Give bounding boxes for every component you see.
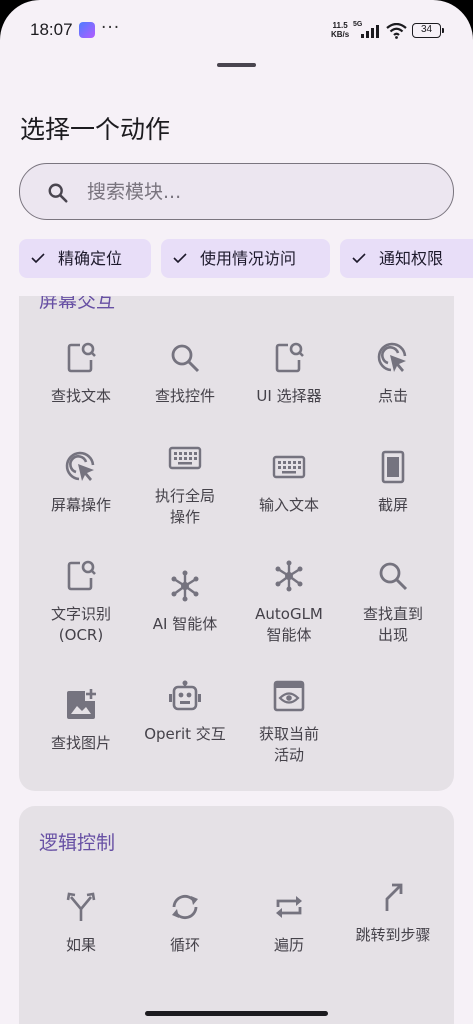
network-speed-value: 11.5 xyxy=(332,21,348,30)
hub-icon xyxy=(275,560,303,592)
chip-label: 使用情况访问 xyxy=(200,249,297,268)
search-text-icon xyxy=(67,342,96,373)
image-plus-icon xyxy=(67,689,96,719)
check-icon xyxy=(173,253,187,264)
module-label: 执行全局操作 xyxy=(154,487,215,526)
status-bar: 18:07 ··· 11.5 KB/s 5G 34 xyxy=(0,0,473,60)
search-text-icon xyxy=(275,342,304,373)
module-find-image[interactable]: 查找图片 xyxy=(29,687,133,754)
module-autoglm-agent[interactable]: AutoGLM 智能体 xyxy=(237,558,341,646)
module-label: UI 选择器 xyxy=(256,387,322,405)
module-label: 点击 xyxy=(377,387,408,405)
module-label: 遍历 xyxy=(273,936,304,954)
module-operit-interaction[interactable]: Operit 交互 xyxy=(133,678,237,745)
module-label: 输入文本 xyxy=(258,496,319,514)
tap-icon xyxy=(377,342,407,372)
status-time: 18:07 xyxy=(30,20,73,39)
search-input[interactable]: 搜索模块... xyxy=(19,163,454,220)
module-label: Operit 交互 xyxy=(144,725,226,743)
section-title: 逻辑控制 xyxy=(39,832,116,854)
section-screen-interaction: 屏幕交互 查找文本 查找控件 UI 选择器 点击 屏幕操作 执行全局操作 输入文… xyxy=(19,296,454,791)
module-label: AutoGLM 智能体 xyxy=(255,605,323,644)
hub-icon xyxy=(171,570,199,602)
module-find-text[interactable]: 查找文本 xyxy=(29,340,133,407)
module-ocr[interactable]: 文字识别 (OCR) xyxy=(29,558,133,646)
chip-notification-permission[interactable]: 通知权限 xyxy=(340,239,473,278)
module-label: 查找控件 xyxy=(154,387,215,405)
check-icon xyxy=(352,253,366,264)
module-tap[interactable]: 点击 xyxy=(341,340,445,407)
jump-arrow-icon xyxy=(385,883,403,911)
module-global-action[interactable]: 执行全局操作 xyxy=(133,440,237,528)
module-if[interactable]: 如果 xyxy=(29,889,133,956)
bottom-sheet: 18:07 ··· 11.5 KB/s 5G 34 选择一个动作 搜索模块... xyxy=(0,0,473,1024)
module-find-widget[interactable]: 查找控件 xyxy=(133,340,237,407)
app-notification-icon xyxy=(79,22,95,38)
search-icon xyxy=(48,183,68,203)
robot-icon xyxy=(169,680,201,711)
search-text-icon xyxy=(67,560,96,591)
module-label: 文字识别 (OCR) xyxy=(50,605,111,644)
tap-icon xyxy=(65,451,95,481)
wifi-icon xyxy=(386,23,407,39)
module-label: 截屏 xyxy=(377,496,408,514)
section-logic-control: 逻辑控制 如果 循环 遍历 跳转到步骤 xyxy=(19,806,454,1024)
check-icon xyxy=(31,253,45,264)
search-placeholder: 搜索模块... xyxy=(87,181,182,203)
module-ai-agent[interactable]: AI 智能体 xyxy=(133,568,237,635)
module-ui-selector[interactable]: UI 选择器 xyxy=(237,340,341,407)
repeat-icon xyxy=(276,896,302,918)
gesture-nav-bar[interactable] xyxy=(145,1011,328,1016)
module-label: 查找文本 xyxy=(50,387,111,405)
signal-icon xyxy=(361,25,379,38)
module-label: 查找直到出现 xyxy=(362,605,423,644)
module-loop[interactable]: 循环 xyxy=(133,889,237,956)
phone-screen-icon xyxy=(381,450,405,484)
module-label: 屏幕操作 xyxy=(50,496,111,514)
module-iterate[interactable]: 遍历 xyxy=(237,889,341,956)
search-icon xyxy=(171,344,200,373)
module-label: 获取当前活动 xyxy=(258,725,319,764)
module-label: 跳转到步骤 xyxy=(355,926,431,944)
module-find-until-appear[interactable]: 查找直到出现 xyxy=(341,558,445,646)
chip-label: 精确定位 xyxy=(58,249,123,268)
network-speed: 11.5 KB/s xyxy=(331,21,349,39)
module-get-current-activity[interactable]: 获取当前活动 xyxy=(237,678,341,766)
module-label: 查找图片 xyxy=(50,734,111,752)
module-screenshot[interactable]: 截屏 xyxy=(341,449,445,516)
permission-chips: 精确定位 使用情况访问 通知权限 xyxy=(19,239,473,279)
module-label: 如果 xyxy=(65,936,96,954)
module-input-text[interactable]: 输入文本 xyxy=(237,449,341,516)
preview-window-icon xyxy=(273,680,305,712)
battery-indicator: 34 xyxy=(412,23,444,38)
chip-precise-location[interactable]: 精确定位 xyxy=(19,239,151,278)
network-speed-unit: KB/s xyxy=(331,30,350,39)
page-title: 选择一个动作 xyxy=(20,115,171,144)
keyboard-icon xyxy=(272,455,306,479)
module-jump-to-step[interactable]: 跳转到步骤 xyxy=(341,879,445,946)
loop-icon xyxy=(172,894,198,920)
module-label: AI 智能体 xyxy=(152,615,218,633)
section-title: 屏幕交互 xyxy=(39,296,116,312)
keyboard-icon xyxy=(168,446,202,470)
chip-usage-access[interactable]: 使用情况访问 xyxy=(161,239,330,278)
search-icon xyxy=(379,562,408,591)
module-label: 循环 xyxy=(169,936,200,954)
module-screen-operation[interactable]: 屏幕操作 xyxy=(29,449,133,516)
more-notifications-icon: ··· xyxy=(101,18,121,38)
drag-handle[interactable] xyxy=(217,63,256,67)
chip-label: 通知权限 xyxy=(379,249,444,268)
branch-icon xyxy=(66,892,96,921)
